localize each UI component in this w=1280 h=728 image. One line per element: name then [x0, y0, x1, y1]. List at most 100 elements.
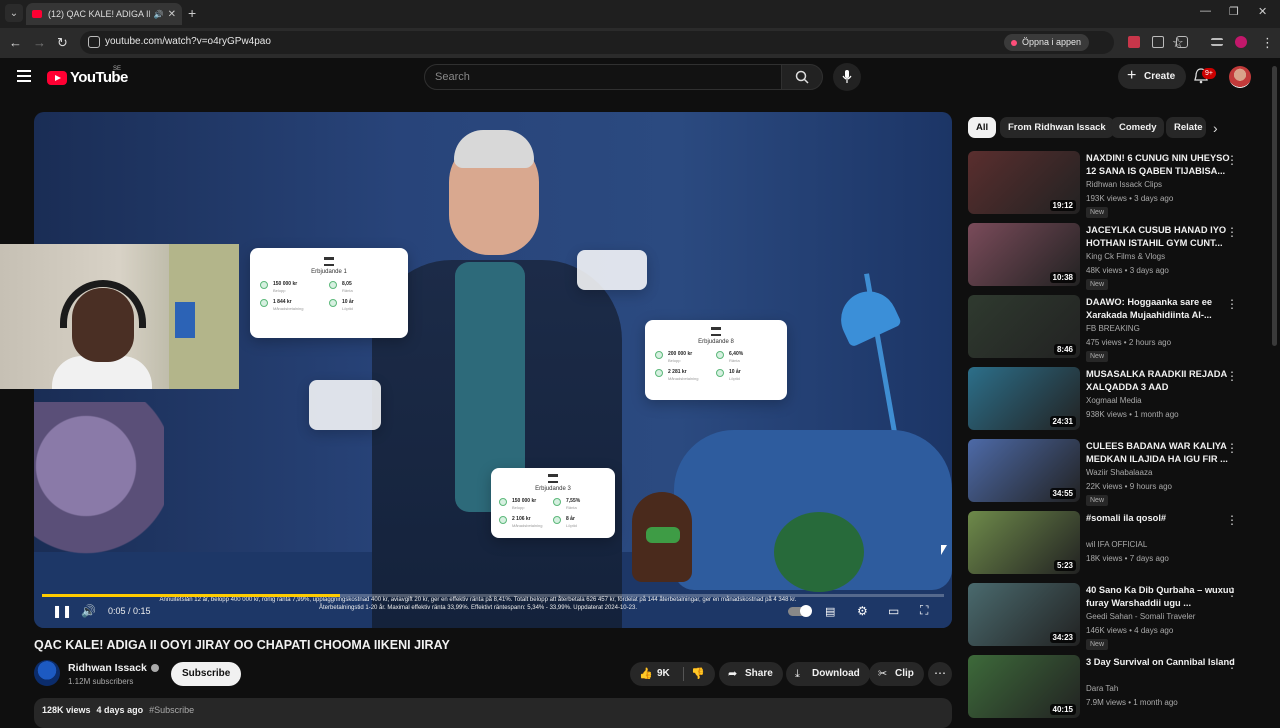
download-button[interactable]: ⤓ Download [786, 662, 870, 686]
download-icon: ⤓ [795, 668, 800, 680]
recommended-channel[interactable]: FB BREAKING [1086, 324, 1140, 333]
reading-list-icon[interactable] [1211, 38, 1223, 46]
video-thumbnail[interactable]: 24:31 [968, 367, 1080, 430]
recommended-channel[interactable]: Xogmaal Media [1086, 396, 1142, 405]
extension-red-icon[interactable] [1128, 36, 1140, 48]
channel-name[interactable]: Ridhwan Issack [68, 662, 159, 674]
video-thumbnail[interactable]: 34:23 [968, 583, 1080, 646]
theater-mode-icon[interactable]: ▭ [888, 604, 899, 618]
chevron-right-icon[interactable]: › [1213, 120, 1218, 136]
like-icon[interactable]: 👍 [639, 667, 653, 680]
browser-menu-icon[interactable]: ⋮ [1261, 35, 1274, 51]
video-thumbnail[interactable]: 34:55 [968, 439, 1080, 502]
channel-name-text[interactable]: Ridhwan Issack [68, 662, 147, 674]
settings-gear-icon[interactable]: ⚙ [857, 604, 868, 618]
description-box[interactable]: 128K views 4 days ago #Subscribe [34, 698, 952, 728]
account-avatar[interactable] [1229, 66, 1251, 88]
recommended-video[interactable]: 34:55 CULEES BADANA WAR KALIYA MEDKAN ILA… [968, 439, 1268, 506]
audio-playing-icon[interactable]: 🔊 [154, 10, 164, 19]
video-thumbnail[interactable]: 8:46 [968, 295, 1080, 358]
recommended-meta: 18K views • 7 days ago [1086, 554, 1169, 563]
create-button[interactable]: Create [1118, 63, 1187, 89]
pause-icon[interactable]: ❚❚ [52, 604, 72, 618]
chip-all[interactable]: All [968, 117, 997, 138]
more-options-icon[interactable]: ⋮ [1226, 369, 1238, 383]
recommended-video[interactable]: 10:38 JACEYLKA CUSUB HANAD IYO HOTHAN IST… [968, 223, 1268, 290]
autoplay-toggle[interactable] [788, 605, 812, 617]
search-icon [795, 70, 809, 84]
more-options-icon[interactable]: ⋮ [1226, 585, 1238, 599]
fullscreen-icon[interactable]: ⛶ [920, 603, 928, 618]
channel-avatar[interactable] [34, 660, 60, 686]
recommended-title[interactable]: MUSASALKA RAADKII REJADA XALQADDA 3 AAD [1086, 368, 1238, 394]
video-thumbnail[interactable]: 40:15 [968, 655, 1080, 718]
recommended-video[interactable]: 19:12 NAXDIN! 6 CUNUG NIN UHEYSO 12 SANA … [968, 151, 1268, 218]
open-in-app-button[interactable]: Öppna i appen [1004, 34, 1090, 51]
extensions-puzzle-icon[interactable] [1176, 36, 1188, 48]
recommended-video[interactable]: 34:23 40 Sano Ka Dib Qurbaha – wuxuu fura… [968, 583, 1268, 650]
search-button[interactable] [781, 64, 823, 90]
recommended-channel[interactable]: Ridhwan Issack Clips [1086, 180, 1162, 189]
browser-tab-youtube[interactable]: (12) QAC KALE! ADIGA II OOYI 🔊 ✕ [26, 3, 182, 25]
recommended-channel[interactable]: Waziir Shabalaaza [1086, 468, 1152, 477]
video-cushion [774, 512, 864, 592]
subscribe-button[interactable]: Subscribe [171, 662, 242, 686]
recommended-channel[interactable]: wil IFA OFFICIAL [1086, 540, 1147, 549]
youtube-logo[interactable]: YouTube SE [47, 66, 128, 86]
recommended-channel[interactable]: Dara Tah [1086, 684, 1118, 693]
hashtag-link[interactable]: #Subscribe [149, 705, 194, 715]
chip-from-channel[interactable]: From Ridhwan Issack [1000, 117, 1114, 138]
more-options-icon[interactable]: ⋮ [1226, 225, 1238, 239]
profile-avatar-icon[interactable] [1235, 36, 1247, 48]
back-icon[interactable]: ← [9, 35, 22, 50]
search-input[interactable]: Search [424, 64, 782, 90]
mouse-cursor-icon [941, 545, 947, 555]
video-thumbnail[interactable]: 5:23 [968, 511, 1080, 574]
more-options-icon[interactable]: ⋮ [1226, 441, 1238, 455]
more-options-icon[interactable]: ⋮ [1226, 657, 1238, 671]
recommended-video[interactable]: 24:31 MUSASALKA RAADKII REJADA XALQADDA 3… [968, 367, 1268, 433]
close-tab-icon[interactable]: ✕ [168, 9, 176, 20]
recommended-title[interactable]: #somali ila qosol# [1086, 512, 1238, 525]
extension-stack-icon[interactable] [1152, 36, 1164, 48]
recommended-video[interactable]: 40:15 3 Day Survival on Cannibal Island Da… [968, 655, 1268, 721]
address-bar[interactable]: youtube.com/watch?v=o4ryGPw4pao Öppna i … [80, 31, 1184, 54]
chip-comedy[interactable]: Comedy [1111, 117, 1165, 138]
chip-related[interactable]: Relate [1166, 117, 1206, 138]
close-window-icon[interactable]: ✕ [1258, 5, 1267, 18]
recommended-title[interactable]: 3 Day Survival on Cannibal Island [1086, 656, 1238, 669]
reload-icon[interactable]: ↻ [57, 35, 68, 51]
guide-menu-icon[interactable] [17, 70, 31, 82]
recommended-channel[interactable]: Geedi Sahan - Somali Traveler [1086, 612, 1195, 621]
restore-icon[interactable]: ❐ [1229, 5, 1239, 18]
share-button[interactable]: ➦ Share [719, 662, 783, 686]
recommended-title[interactable]: JACEYLKA CUSUB HANAD IYO HOTHAN ISTAHIL … [1086, 224, 1238, 250]
recommended-title[interactable]: NAXDIN! 6 CUNUG NIN UHEYSO 12 SANA IS QA… [1086, 152, 1238, 178]
recommended-channel[interactable]: King Ck Films & Vlogs [1086, 252, 1165, 261]
more-options-icon[interactable]: ⋮ [1226, 153, 1238, 167]
recommended-title[interactable]: DAAWO: Hoggaanka sare ee Xarakada Mujaah… [1086, 296, 1238, 322]
volume-icon[interactable]: 🔊 [81, 604, 96, 618]
recommended-title[interactable]: CULEES BADANA WAR KALIYA MEDKAN ILAJIDA … [1086, 440, 1238, 466]
tab-search-button[interactable]: ⌄ [5, 4, 23, 22]
more-options-icon[interactable]: ⋮ [1226, 297, 1238, 311]
recommended-video[interactable]: 5:23 #somali ila qosol# wil IFA OFFICIAL 18… [968, 511, 1268, 577]
site-info-icon[interactable] [88, 36, 100, 48]
clip-button[interactable]: ✂ Clip [869, 662, 924, 686]
dislike-icon[interactable]: 👎 [691, 667, 705, 680]
voice-search-button[interactable] [833, 63, 861, 91]
url-text[interactable]: youtube.com/watch?v=o4ryGPw4pao [105, 36, 271, 47]
recommended-title[interactable]: 40 Sano Ka Dib Qurbaha – wuxuu furay War… [1086, 584, 1238, 610]
recommended-video[interactable]: 8:46 DAAWO: Hoggaanka sare ee Xarakada Mu… [968, 295, 1268, 362]
video-thumbnail[interactable]: 10:38 [968, 223, 1080, 286]
forward-icon[interactable]: → [33, 35, 46, 50]
new-tab-icon[interactable]: + [188, 5, 196, 21]
page-scrollbar[interactable] [1272, 66, 1277, 346]
more-options-icon[interactable]: ⋮ [1226, 513, 1238, 527]
new-badge: New [1086, 495, 1109, 506]
video-thumbnail[interactable]: 19:12 [968, 151, 1080, 214]
more-actions-icon[interactable]: ⋯ [928, 662, 952, 686]
like-count[interactable]: 9K [657, 668, 670, 679]
minimize-icon[interactable]: — [1200, 5, 1211, 17]
subtitles-icon[interactable]: ▤ [825, 605, 835, 618]
